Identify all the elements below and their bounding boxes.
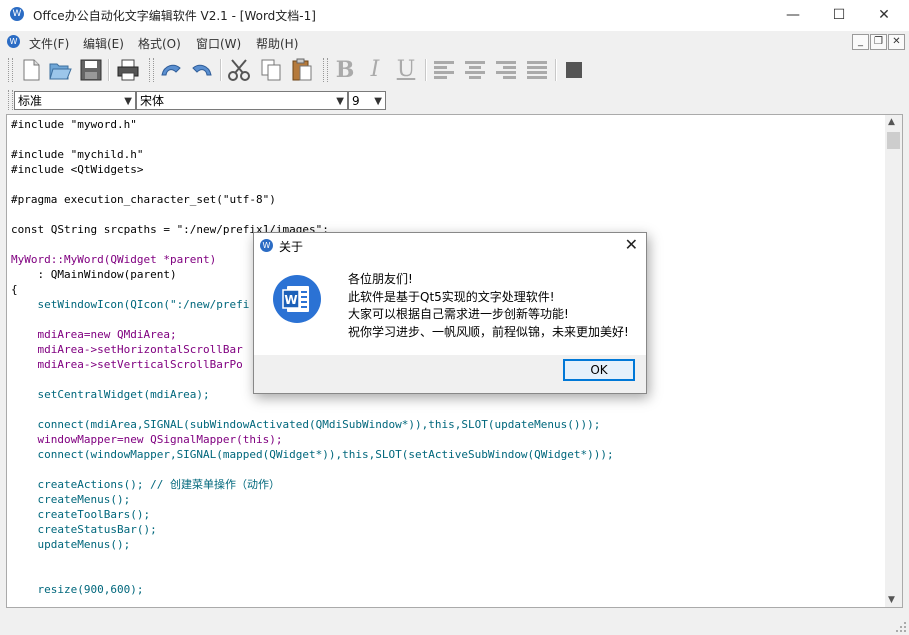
- code-line: connect(windowMapper,SIGNAL(mapped(QWidg…: [11, 448, 614, 461]
- style-combo-value: 标准: [18, 94, 43, 108]
- chevron-down-icon: ▼: [124, 96, 132, 107]
- code-line: windowMapper=new QSignalMapper(this);: [11, 433, 283, 446]
- code-line: mdiArea->setVerticalScrollBarPo: [11, 358, 243, 371]
- style-combo[interactable]: 标准 ▼: [14, 91, 136, 110]
- toolbar-separator: [555, 59, 557, 81]
- code-line: mdiArea->setHorizontalScrollBar: [11, 343, 243, 356]
- print-icon[interactable]: [115, 57, 141, 83]
- dialog-message: 各位朋友们! 此软件是基于Qt5实现的文字处理软件! 大家可以根据自己需求进一步…: [348, 271, 629, 341]
- toolbar-grip[interactable]: [323, 58, 328, 82]
- scroll-down-icon[interactable]: ▼: [888, 595, 895, 605]
- align-right-icon[interactable]: [493, 57, 519, 83]
- justify-icon[interactable]: [524, 57, 550, 83]
- toolbar-separator: [220, 59, 222, 81]
- align-center-icon[interactable]: [462, 57, 488, 83]
- code-line: createMenus();: [11, 493, 131, 506]
- italic-icon[interactable]: I: [362, 57, 388, 83]
- menu-bar: W 文件(F) 编辑(E) 格式(O) 窗口(W) 帮助(H) _ ❐ ✕: [0, 31, 909, 53]
- message-line: 祝你学习进步、一帆风顺，前程似锦，未来更加美好!: [348, 324, 629, 339]
- resize-grip-icon[interactable]: [895, 621, 907, 633]
- toolbar-separator: [108, 59, 110, 81]
- scrollbar-thumb[interactable]: [887, 132, 900, 149]
- code-line: mdiArea=new QMdiArea;: [11, 328, 177, 341]
- code-line: #include "myword.h": [11, 118, 137, 131]
- format-toolbar: 标准 ▼ 宋体 ▼ 9 ▼: [0, 88, 909, 112]
- chevron-down-icon: ▼: [374, 96, 382, 107]
- code-line: setWindowIcon(QIcon(":/new/prefi: [11, 298, 250, 311]
- scroll-up-icon[interactable]: ▲: [888, 117, 895, 127]
- new-file-icon[interactable]: [18, 57, 44, 83]
- menu-help[interactable]: 帮助(H): [256, 35, 298, 52]
- font-size-combo-value: 9: [352, 94, 360, 108]
- menu-window[interactable]: 窗口(W): [196, 35, 241, 52]
- chevron-down-icon: ▼: [336, 96, 344, 107]
- minimize-button[interactable]: —: [770, 0, 816, 31]
- code-line: createActions(); // 创建菜单操作（动作）: [11, 478, 280, 491]
- message-line: 各位朋友们!: [348, 272, 413, 286]
- app-logo-icon: W: [10, 7, 24, 21]
- undo-icon[interactable]: [158, 57, 184, 83]
- code-line: resize(900,600);: [11, 583, 144, 596]
- copy-icon[interactable]: [258, 57, 284, 83]
- dialog-title-bar: W 关于 ✕: [254, 233, 646, 259]
- font-combo[interactable]: 宋体 ▼: [136, 91, 348, 110]
- menu-edit[interactable]: 编辑(E): [83, 35, 124, 52]
- menu-format[interactable]: 格式(O): [138, 35, 181, 52]
- redo-icon[interactable]: [189, 57, 215, 83]
- open-file-icon[interactable]: [47, 57, 73, 83]
- title-bar: W Offce办公自动化文字编辑软件 V2.1 - [Word文档-1] — ☐…: [0, 0, 909, 31]
- word-document-icon: W: [273, 275, 321, 323]
- code-line: connect(mdiArea,SIGNAL(subWindowActivate…: [11, 418, 601, 431]
- mdi-close-button[interactable]: ✕: [888, 34, 905, 50]
- code-line: #include <QtWidgets>: [11, 163, 144, 176]
- about-dialog: W 关于 ✕ W 各位朋友们! 此软件是基于Qt5实现的文字处理软件! 大家可以…: [253, 232, 647, 394]
- code-line: createToolBars();: [11, 508, 151, 521]
- font-size-combo[interactable]: 9 ▼: [348, 91, 386, 110]
- maximize-button[interactable]: ☐: [816, 0, 862, 31]
- save-icon[interactable]: [78, 57, 104, 83]
- ok-button[interactable]: OK: [563, 359, 635, 381]
- toolbar-separator: [425, 59, 427, 81]
- font-combo-value: 宋体: [140, 94, 165, 108]
- document-system-menu-icon[interactable]: W: [7, 35, 20, 48]
- dialog-body: W 各位朋友们! 此软件是基于Qt5实现的文字处理软件! 大家可以根据自己需求进…: [254, 259, 646, 355]
- svg-text:W: W: [284, 293, 297, 307]
- close-button[interactable]: ✕: [861, 0, 907, 31]
- code-line: : QMainWindow(parent): [11, 268, 177, 281]
- mdi-minimize-button[interactable]: _: [852, 34, 869, 50]
- code-line: {: [11, 283, 18, 296]
- app-logo-icon: W: [260, 239, 273, 252]
- toolbar-grip[interactable]: [8, 58, 13, 82]
- vertical-scrollbar[interactable]: ▲ ▼: [885, 115, 902, 607]
- main-toolbar: B I U: [0, 53, 909, 87]
- underline-icon[interactable]: U: [393, 57, 419, 83]
- code-line: createStatusBar();: [11, 523, 157, 536]
- menu-file[interactable]: 文件(F): [29, 35, 69, 52]
- code-line: MyWord::MyWord(QWidget *parent): [11, 253, 217, 266]
- code-line: updateMenus();: [11, 538, 131, 551]
- paste-icon[interactable]: [289, 57, 315, 83]
- status-bar: [0, 610, 909, 635]
- code-line: setCentralWidget(mdiArea);: [11, 388, 210, 401]
- color-icon[interactable]: [561, 57, 587, 83]
- message-line: 此软件是基于Qt5实现的文字处理软件!: [348, 289, 555, 304]
- bold-icon[interactable]: B: [332, 57, 358, 83]
- dialog-title: 关于: [279, 240, 304, 254]
- dialog-close-button[interactable]: ✕: [625, 235, 638, 254]
- message-line: 大家可以根据自己需求进一步创新等功能!: [348, 307, 569, 321]
- code-line: #pragma execution_character_set("utf-8"): [11, 193, 276, 206]
- cut-icon[interactable]: [226, 57, 252, 83]
- code-line: #include "mychild.h": [11, 148, 144, 161]
- toolbar-grip[interactable]: [8, 90, 13, 110]
- align-left-icon[interactable]: [431, 57, 457, 83]
- window-title: Offce办公自动化文字编辑软件 V2.1 - [Word文档-1]: [33, 9, 316, 23]
- toolbar-grip[interactable]: [149, 58, 154, 82]
- mdi-restore-button[interactable]: ❐: [870, 34, 887, 50]
